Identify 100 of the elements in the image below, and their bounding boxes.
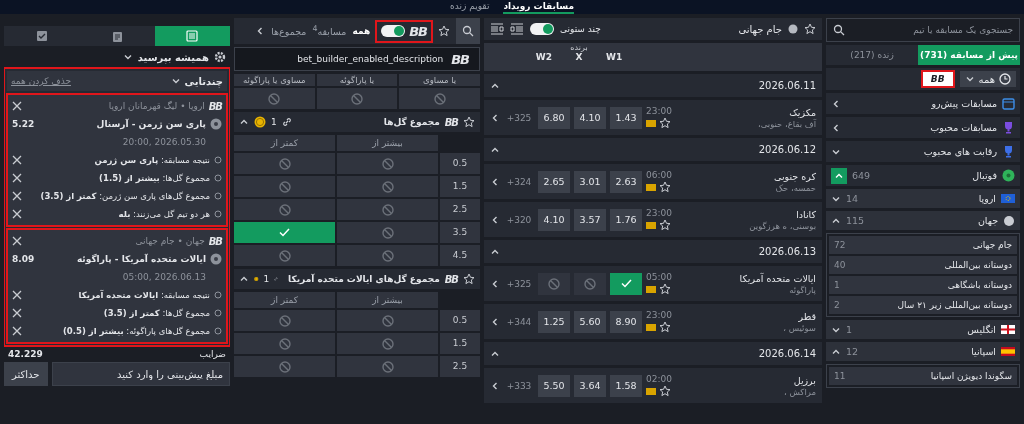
odds-cell[interactable] bbox=[234, 88, 315, 109]
odds-button[interactable]: 3.57 bbox=[574, 208, 606, 231]
layout-icon[interactable] bbox=[490, 23, 504, 35]
bet-builder-toggle[interactable]: BB bbox=[376, 20, 432, 42]
nav-tab[interactable]: تقویم زنده bbox=[450, 0, 490, 14]
clear-all-link[interactable]: حذف کردن همه bbox=[11, 76, 71, 86]
star-icon[interactable] bbox=[659, 181, 671, 193]
odds-button[interactable]: 3.01 bbox=[574, 170, 606, 193]
odds-button[interactable]: 1.43 bbox=[610, 106, 642, 129]
odds-cell[interactable] bbox=[234, 245, 335, 266]
odds-cell[interactable] bbox=[337, 153, 438, 174]
close-icon[interactable] bbox=[12, 209, 22, 219]
period-dropdown[interactable]: همه bbox=[959, 71, 1016, 87]
date-header[interactable]: 2026.06.11 bbox=[484, 74, 822, 97]
chevron-icon[interactable] bbox=[490, 316, 500, 327]
more-markets-count[interactable]: 324+ bbox=[504, 176, 534, 187]
odds-cell[interactable] bbox=[399, 88, 480, 109]
more-markets-count[interactable]: 344+ bbox=[504, 316, 534, 327]
star-icon[interactable] bbox=[463, 273, 475, 285]
bet-builder-filter[interactable]: BB bbox=[921, 71, 954, 87]
expand-toggle[interactable] bbox=[831, 167, 847, 184]
odds-button[interactable]: 6.80 bbox=[538, 106, 570, 129]
close-icon[interactable] bbox=[12, 308, 22, 318]
close-icon[interactable] bbox=[12, 236, 22, 246]
odds-button[interactable]: 1.76 bbox=[610, 208, 642, 231]
odds-cell[interactable] bbox=[337, 222, 438, 243]
star-icon[interactable] bbox=[659, 283, 671, 295]
chevron-icon[interactable] bbox=[122, 52, 133, 62]
star-icon[interactable] bbox=[463, 116, 475, 128]
odds-button[interactable]: 3.64 bbox=[574, 374, 606, 397]
odds-cell[interactable] bbox=[234, 199, 335, 220]
odds-button[interactable]: 1.58 bbox=[610, 374, 642, 397]
odds-cell[interactable] bbox=[234, 333, 335, 354]
chevron-icon[interactable] bbox=[239, 117, 249, 127]
bet-type-dropdown[interactable]: چندتایی bbox=[184, 75, 223, 87]
menu-item[interactable]: مسابقات پیش‌رو bbox=[826, 93, 1020, 114]
more-markets-count[interactable]: 333+ bbox=[504, 380, 534, 391]
star-icon[interactable] bbox=[438, 25, 450, 37]
layout-icon[interactable] bbox=[510, 23, 524, 35]
star-icon[interactable] bbox=[659, 385, 671, 397]
odds-cell[interactable] bbox=[337, 176, 438, 197]
multi-column-toggle[interactable] bbox=[530, 23, 554, 35]
more-markets-count[interactable]: 325+ bbox=[504, 278, 534, 289]
odds-cell[interactable] bbox=[337, 199, 438, 220]
stake-input[interactable]: مبلغ پیش‌بینی را وارد کنید bbox=[51, 362, 230, 386]
close-icon[interactable] bbox=[12, 191, 22, 201]
date-header[interactable]: 2026.06.14 bbox=[484, 342, 822, 365]
odds-button[interactable]: 5.50 bbox=[538, 374, 570, 397]
odds-cell[interactable] bbox=[316, 88, 398, 109]
search-button[interactable] bbox=[456, 18, 480, 44]
close-icon[interactable] bbox=[12, 326, 22, 336]
mode-tab[interactable]: پیش از مسابقه (731) bbox=[918, 45, 1020, 65]
odds-button[interactable]: 2.63 bbox=[610, 170, 642, 193]
menu-item[interactable]: مسابقات محبوب bbox=[826, 117, 1020, 138]
star-icon[interactable] bbox=[659, 219, 671, 231]
close-icon[interactable] bbox=[12, 173, 22, 183]
market-tab[interactable]: مجموع‌ها bbox=[271, 25, 307, 37]
odds-button[interactable]: 4.10 bbox=[574, 106, 606, 129]
chevron-icon[interactable] bbox=[831, 122, 841, 133]
chevron-icon[interactable] bbox=[490, 278, 500, 289]
chevron-icon[interactable] bbox=[490, 112, 500, 123]
odds-cell[interactable] bbox=[234, 153, 335, 174]
date-header[interactable]: 2026.06.12 bbox=[484, 138, 822, 161]
market-tab[interactable]: همه bbox=[352, 26, 371, 36]
more-markets-count[interactable]: 325+ bbox=[504, 112, 534, 123]
max-button[interactable]: حداکثر bbox=[4, 362, 48, 386]
menu-item[interactable]: رقابت های محبوب bbox=[826, 141, 1020, 162]
star-icon[interactable] bbox=[659, 117, 671, 129]
odds-button[interactable]: 4.10 bbox=[538, 208, 570, 231]
odds-button[interactable]: 8.90 bbox=[610, 310, 642, 333]
odds-cell[interactable] bbox=[337, 333, 438, 354]
odds-button[interactable]: 5.60 bbox=[574, 310, 606, 333]
odds-cell[interactable] bbox=[337, 310, 438, 331]
star-icon[interactable] bbox=[804, 23, 816, 35]
odds-button[interactable]: 2.65 bbox=[538, 170, 570, 193]
chevron-icon[interactable] bbox=[170, 76, 181, 86]
odds-cell[interactable] bbox=[337, 356, 438, 377]
chevron-icon[interactable] bbox=[490, 380, 500, 391]
mode-tab[interactable]: زنده (217) bbox=[826, 45, 919, 65]
more-markets-count[interactable]: 320+ bbox=[504, 214, 534, 225]
settings-icon[interactable] bbox=[214, 51, 226, 63]
date-header[interactable]: 2026.06.13 bbox=[484, 240, 822, 263]
chevron-icon[interactable] bbox=[490, 214, 500, 225]
star-icon[interactable] bbox=[659, 321, 671, 333]
search-field[interactable]: جستجوی یک مسابقه یا تیم bbox=[826, 18, 1020, 42]
odds-cell[interactable] bbox=[234, 222, 335, 243]
odds-button[interactable] bbox=[610, 272, 642, 295]
odds-cell[interactable] bbox=[234, 356, 335, 377]
close-icon[interactable] bbox=[12, 155, 22, 165]
nav-tab[interactable]: مسابقات رویداد bbox=[503, 0, 574, 14]
odds-button[interactable]: 1.25 bbox=[538, 310, 570, 333]
accept-mode-dropdown[interactable]: همیشه بپرسید bbox=[137, 51, 209, 63]
odds-cell[interactable] bbox=[234, 176, 335, 197]
odds-cell[interactable] bbox=[337, 245, 438, 266]
chevron-icon[interactable] bbox=[831, 98, 841, 109]
odds-cell[interactable] bbox=[234, 310, 335, 331]
chevron-icon[interactable] bbox=[964, 74, 975, 84]
chevron-icon[interactable] bbox=[490, 176, 500, 187]
close-icon[interactable] bbox=[12, 101, 22, 111]
chevron-icon[interactable] bbox=[239, 274, 249, 284]
